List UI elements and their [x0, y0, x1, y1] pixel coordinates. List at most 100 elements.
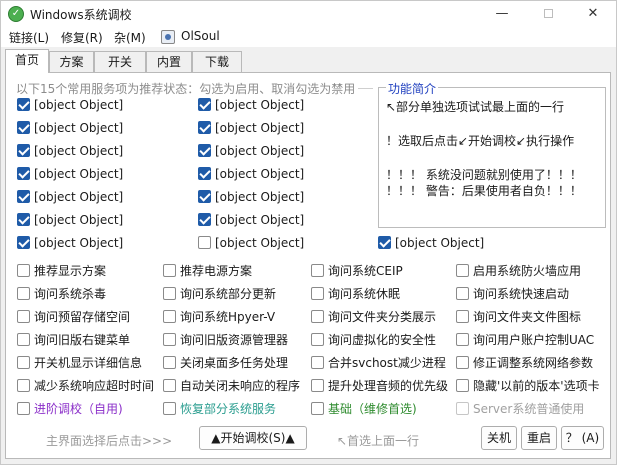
option-checkbox[interactable]: 提升处理音频的优先级 [311, 379, 448, 395]
unchecked-checkbox-icon[interactable] [163, 264, 176, 277]
unchecked-checkbox-icon[interactable] [456, 379, 469, 392]
unchecked-checkbox-icon[interactable] [311, 310, 324, 323]
option-checkbox[interactable]: [object Object] [17, 213, 123, 229]
option-checkbox[interactable]: 自动关闭未响应的程序 [163, 379, 300, 395]
tab-download[interactable]: 下载 [192, 51, 242, 72]
checked-checkbox-icon[interactable] [198, 167, 211, 180]
option-checkbox[interactable]: 询问文件夹文件图标 [456, 310, 581, 326]
checked-checkbox-icon[interactable] [198, 121, 211, 134]
option-checkbox[interactable]: [object Object] [198, 98, 304, 114]
option-checkbox[interactable]: 询问虚拟化的安全性 [311, 333, 436, 349]
unchecked-checkbox-icon[interactable] [311, 287, 324, 300]
unchecked-checkbox-icon[interactable] [311, 264, 324, 277]
unchecked-checkbox-icon[interactable] [456, 264, 469, 277]
unchecked-checkbox-icon[interactable] [311, 333, 324, 346]
menu-repair[interactable]: 修复(R) [61, 29, 103, 46]
maximize-button[interactable] [525, 1, 571, 27]
unchecked-checkbox-icon[interactable] [17, 264, 30, 277]
option-checkbox[interactable]: 询问文件夹分类展示 [311, 310, 436, 326]
unchecked-checkbox-icon[interactable] [311, 379, 324, 392]
checked-checkbox-icon[interactable] [198, 213, 211, 226]
option-checkbox[interactable]: [object Object] [17, 144, 123, 160]
option-checkbox[interactable]: 隐藏'以前的版本'选项卡 [456, 379, 600, 395]
unchecked-checkbox-icon[interactable] [456, 310, 469, 323]
checked-checkbox-icon[interactable] [17, 144, 30, 157]
option-checkbox[interactable]: 询问系统快速启动 [456, 287, 569, 303]
unchecked-checkbox-icon[interactable] [456, 402, 469, 415]
start-tune-button[interactable]: ▲开始调校(S)▲ [199, 426, 307, 450]
option-checkbox[interactable]: 询问系统CEIP [311, 264, 403, 280]
option-checkbox[interactable]: 推荐显示方案 [17, 264, 106, 280]
option-checkbox[interactable]: 合并svchost减少进程 [311, 356, 446, 372]
checked-checkbox-icon[interactable] [17, 213, 30, 226]
menu-misc[interactable]: 杂(M) [114, 29, 146, 46]
checked-checkbox-icon[interactable] [17, 167, 30, 180]
unchecked-checkbox-icon[interactable] [456, 356, 469, 369]
option-checkbox[interactable]: 关闭桌面多任务处理 [163, 356, 288, 372]
option-checkbox[interactable]: 询问旧版资源管理器 [163, 333, 288, 349]
tab-plan[interactable]: 方案 [49, 51, 94, 72]
menu-olsoul[interactable]: OlSoul [181, 29, 220, 43]
option-checkbox[interactable]: 减少系统响应超时时间 [17, 379, 154, 395]
option-checkbox[interactable]: [object Object] [198, 121, 304, 137]
option-checkbox[interactable]: 询问用户账户控制UAC [456, 333, 594, 349]
checked-checkbox-icon[interactable] [198, 144, 211, 157]
unchecked-checkbox-icon[interactable] [163, 379, 176, 392]
unchecked-checkbox-icon[interactable] [17, 333, 30, 346]
unchecked-checkbox-icon[interactable] [311, 402, 324, 415]
option-checkbox[interactable]: [object Object] [378, 236, 484, 252]
restart-button[interactable]: 重启 [521, 426, 557, 450]
option-checkbox[interactable]: 询问系统杀毒 [17, 287, 106, 303]
option-checkbox[interactable]: 进阶调校（自用) [17, 402, 123, 418]
option-checkbox[interactable]: [object Object] [198, 144, 304, 160]
unchecked-checkbox-icon[interactable] [456, 333, 469, 346]
option-checkbox[interactable]: 询问系统部分更新 [163, 287, 276, 303]
unchecked-checkbox-icon[interactable] [311, 356, 324, 369]
option-checkbox[interactable]: [object Object] [17, 98, 123, 114]
unchecked-checkbox-icon[interactable] [17, 402, 30, 415]
unchecked-checkbox-icon[interactable] [17, 379, 30, 392]
option-checkbox[interactable]: [object Object] [198, 213, 304, 229]
tab-home[interactable]: 首页 [5, 49, 49, 73]
unchecked-checkbox-icon[interactable] [163, 333, 176, 346]
checked-checkbox-icon[interactable] [378, 236, 391, 249]
option-checkbox[interactable]: [object Object] [198, 190, 304, 206]
option-checkbox[interactable]: 恢复部分系统服务 [163, 402, 276, 418]
shutdown-button[interactable]: 关机 [481, 426, 517, 450]
unchecked-checkbox-icon[interactable] [163, 356, 176, 369]
option-checkbox[interactable]: 修正调整系统网络参数 [456, 356, 593, 372]
checked-checkbox-icon[interactable] [198, 190, 211, 203]
option-checkbox[interactable]: [object Object] [17, 121, 123, 137]
option-checkbox[interactable]: [object Object] [198, 236, 304, 252]
menu-link[interactable]: 链接(L) [9, 29, 49, 46]
option-checkbox[interactable]: [object Object] [17, 236, 123, 252]
close-button[interactable]: ✕ [570, 1, 616, 27]
tab-switch[interactable]: 开关 [94, 51, 146, 72]
unchecked-checkbox-icon[interactable] [17, 356, 30, 369]
help-button[interactable]: ？ (A) [561, 426, 604, 450]
option-checkbox[interactable]: [object Object] [17, 167, 123, 183]
unchecked-checkbox-icon[interactable] [163, 402, 176, 415]
option-checkbox[interactable]: Server系统普通使用 [456, 402, 584, 418]
option-checkbox[interactable]: 启用系统防火墙应用 [456, 264, 581, 280]
checked-checkbox-icon[interactable] [17, 98, 30, 111]
unchecked-checkbox-icon[interactable] [163, 310, 176, 323]
unchecked-checkbox-icon[interactable] [163, 287, 176, 300]
option-checkbox[interactable]: 开关机显示详细信息 [17, 356, 142, 372]
option-checkbox[interactable]: [object Object] [17, 190, 123, 206]
unchecked-checkbox-icon[interactable] [17, 310, 30, 323]
checked-checkbox-icon[interactable] [198, 98, 211, 111]
option-checkbox[interactable]: [object Object] [198, 167, 304, 183]
option-checkbox[interactable]: 询问预留存储空间 [17, 310, 130, 326]
checked-checkbox-icon[interactable] [17, 121, 30, 134]
option-checkbox[interactable]: 询问系统休眠 [311, 287, 400, 303]
tab-builtin[interactable]: 内置 [146, 51, 192, 72]
unchecked-checkbox-icon[interactable] [456, 287, 469, 300]
option-checkbox[interactable]: 基础（维修首选) [311, 402, 417, 418]
option-checkbox[interactable]: 推荐电源方案 [163, 264, 252, 280]
option-checkbox[interactable]: 询问系统Hpyer-V [163, 310, 275, 326]
checked-checkbox-icon[interactable] [17, 190, 30, 203]
unchecked-checkbox-icon[interactable] [198, 236, 211, 249]
minimize-button[interactable]: — [479, 1, 525, 27]
option-checkbox[interactable]: 询问旧版右键菜单 [17, 333, 130, 349]
